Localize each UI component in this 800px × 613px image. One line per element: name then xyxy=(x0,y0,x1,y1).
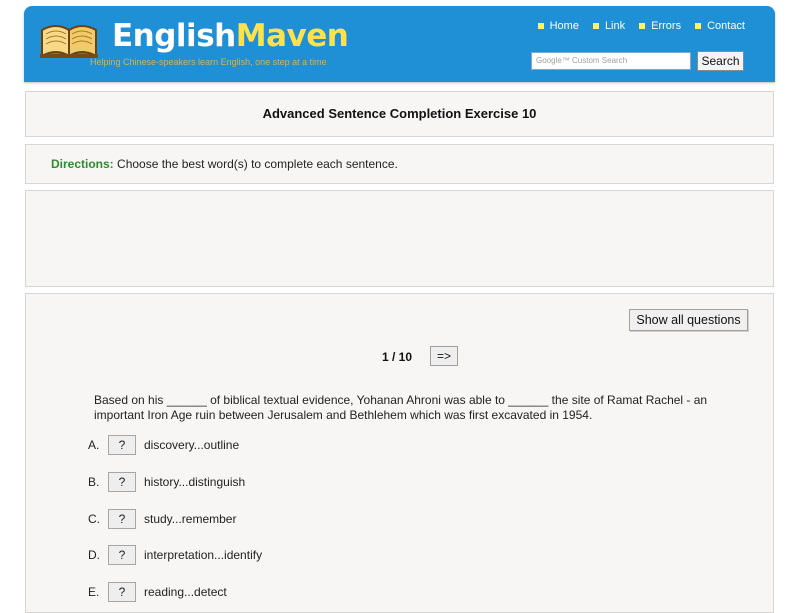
square-bullet-icon xyxy=(639,23,646,29)
option-text: reading...detect xyxy=(144,585,227,599)
logo-text-maven: Maven xyxy=(235,18,349,54)
reveal-answer-button[interactable]: ? xyxy=(108,582,136,602)
nav-home[interactable]: Home xyxy=(537,20,579,32)
answer-option-c: C. ? study...remember xyxy=(88,509,236,529)
option-letter: B. xyxy=(88,475,100,489)
option-letter: D. xyxy=(88,548,100,562)
nav-errors[interactable]: Errors xyxy=(639,20,681,32)
option-text: study...remember xyxy=(144,512,237,526)
option-letter: C. xyxy=(88,512,100,526)
quiz-panel: Show all questions 1 / 10 => Based on hi… xyxy=(25,293,774,613)
nav-link[interactable]: Link xyxy=(592,20,626,32)
option-letter: E. xyxy=(88,585,100,599)
show-all-questions-button[interactable]: Show all questions xyxy=(629,309,748,331)
square-bullet-icon xyxy=(592,23,599,29)
site-tagline: Helping Chinese-speakers learn English, … xyxy=(90,57,327,67)
directions-panel: Directions: Choose the best word(s) to c… xyxy=(25,144,774,184)
square-bullet-icon xyxy=(537,23,544,29)
directions: Directions: Choose the best word(s) to c… xyxy=(51,157,398,171)
search-button[interactable]: Search xyxy=(697,51,744,71)
nav-contact[interactable]: Contact xyxy=(695,20,745,32)
open-book-icon[interactable] xyxy=(38,16,100,60)
directions-label: Directions: xyxy=(51,157,114,171)
reveal-answer-button[interactable]: ? xyxy=(108,435,136,455)
answer-option-a: A. ? discovery...outline xyxy=(88,435,239,455)
option-text: interpretation...identify xyxy=(144,548,263,562)
site-logo[interactable]: EnglishMaven xyxy=(112,18,349,54)
title-panel: Advanced Sentence Completion Exercise 10 xyxy=(25,91,774,137)
answer-option-d: D. ? interpretation...identify xyxy=(88,545,262,565)
reveal-answer-button[interactable]: ? xyxy=(108,545,136,565)
ad-panel xyxy=(25,190,774,287)
nav-link-label: Link xyxy=(604,20,626,32)
nav-errors-label: Errors xyxy=(651,20,682,32)
question-counter: 1 / 10 xyxy=(382,350,413,364)
question-text: Based on his ______ of biblical textual … xyxy=(94,393,708,422)
reveal-answer-button[interactable]: ? xyxy=(108,509,136,529)
square-bullet-icon xyxy=(695,23,702,29)
search-input[interactable]: Google™ Custom Search xyxy=(531,52,691,70)
nav-home-label: Home xyxy=(549,20,579,32)
next-question-button[interactable]: => xyxy=(430,346,458,366)
option-text: history...distinguish xyxy=(144,475,246,489)
answer-option-b: B. ? history...distinguish xyxy=(88,472,245,492)
option-letter: A. xyxy=(88,438,100,452)
directions-text: Choose the best word(s) to complete each… xyxy=(117,157,398,171)
page-title: Advanced Sentence Completion Exercise 10 xyxy=(262,106,537,121)
nav-contact-label: Contact xyxy=(707,20,745,32)
logo-text-english: English xyxy=(112,18,236,54)
site-header: EnglishMaven Helping Chinese-speakers le… xyxy=(24,6,775,82)
top-nav: Home Link Errors Contact xyxy=(537,20,745,32)
answer-option-e: E. ? reading...detect xyxy=(88,582,227,602)
reveal-answer-button[interactable]: ? xyxy=(108,472,136,492)
option-text: discovery...outline xyxy=(144,438,240,452)
